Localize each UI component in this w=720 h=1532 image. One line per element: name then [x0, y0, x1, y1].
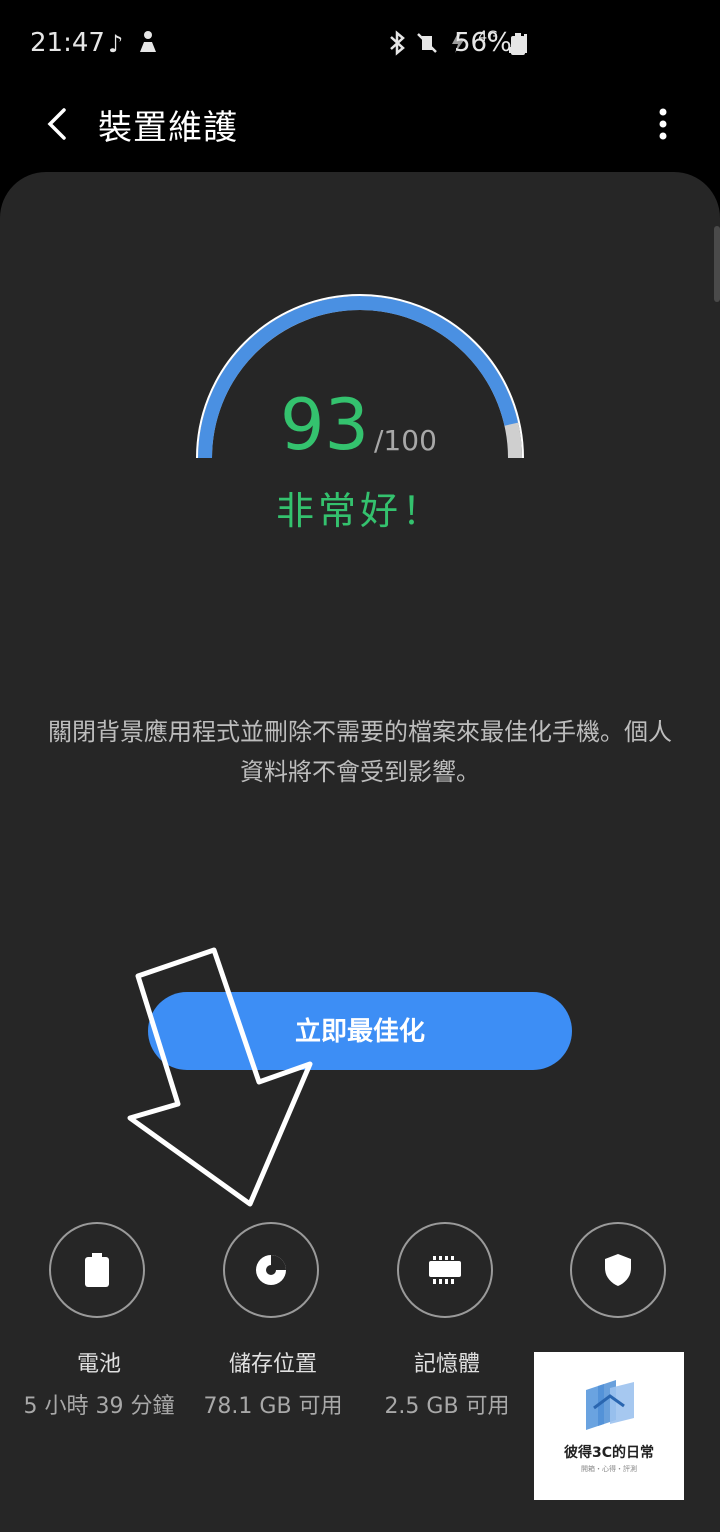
memory-chip-icon	[429, 1256, 461, 1284]
scrollbar[interactable]	[714, 226, 720, 302]
optimize-now-button[interactable]: 立即最佳化	[148, 992, 572, 1070]
more-vert-icon[interactable]	[648, 104, 678, 144]
score-value: 93	[280, 384, 370, 466]
description-text: 關閉背景應用程式並刪除不需要的檔案來最佳化手機。個人資料將不會受到影響。	[48, 718, 672, 786]
score-max: /100	[374, 424, 437, 457]
app-bar: 裝置維護	[0, 88, 720, 172]
tile-security-button[interactable]	[570, 1222, 666, 1318]
tile-storage-value: 78.1 GB 可用	[203, 1394, 343, 1419]
battery-status-icon	[511, 33, 525, 55]
status-left-icons: ♪	[108, 30, 159, 60]
tile-battery-label: 電池	[76, 1352, 121, 1377]
tile-memory-value: 2.5 GB 可用	[384, 1394, 510, 1419]
tile-storage-label: 儲存位置	[228, 1352, 317, 1377]
tile-battery-value: 5 小時 39 分鐘	[23, 1394, 175, 1419]
status-time: 21:47	[30, 28, 105, 58]
status-bar: 21:47 ♪ 4G 56%	[0, 0, 720, 88]
watermark-name: 彼得3C的日常	[563, 1445, 654, 1461]
shield-icon	[605, 1254, 631, 1286]
battery-icon	[85, 1253, 109, 1287]
score-label: 非常好！	[275, 489, 444, 533]
watermark-logo: 彼得3C的日常 開箱・心得・評測	[534, 1352, 684, 1500]
watermark-logo-icon	[586, 1380, 634, 1430]
back-arrow-icon[interactable]	[40, 104, 76, 144]
tile-memory-button[interactable]	[397, 1222, 493, 1318]
tile-memory-label: 記憶體	[413, 1352, 480, 1377]
page-title: 裝置維護	[98, 108, 238, 148]
bluetooth-icon	[388, 30, 406, 61]
figure-icon	[137, 30, 159, 60]
tile-battery-button[interactable]	[49, 1222, 145, 1318]
battery-percent: 56%	[454, 28, 512, 58]
music-note-icon: ♪	[108, 30, 124, 58]
watermark-tagline: 開箱・心得・評測	[581, 1465, 637, 1473]
storage-pie-icon	[256, 1255, 286, 1285]
vibrate-mute-icon	[416, 30, 438, 61]
tile-storage-button[interactable]	[223, 1222, 319, 1318]
